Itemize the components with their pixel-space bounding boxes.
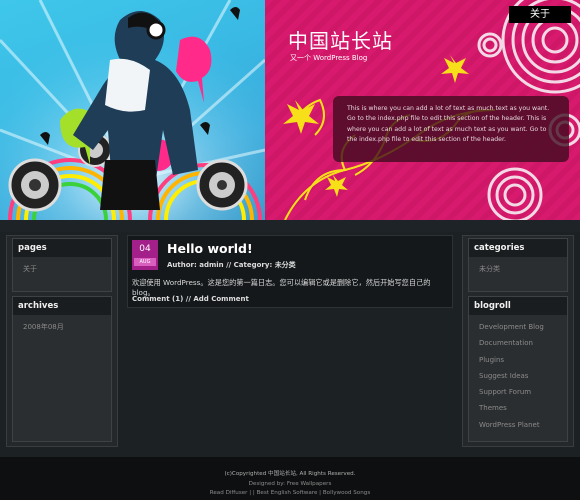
post-date-badge: 04 AUG [132, 240, 158, 270]
archives-item-2008-08[interactable]: 2008年08月 [23, 321, 111, 337]
header-intro-box: This is where you can add a lot of text … [333, 96, 569, 162]
blogroll-item-support-forum[interactable]: Support Forum [479, 386, 567, 402]
left-sidebar: pages 关于 archives 2008年08月 [6, 235, 118, 447]
footer-links[interactable]: Read Diffuser | | Best English Software … [0, 489, 580, 499]
post-meta: Author: admin // Category: 未分类 [167, 260, 296, 270]
post-meta-separator: // [226, 261, 232, 269]
blogroll-item-wordpress-planet[interactable]: WordPress Planet [479, 419, 567, 435]
blogroll-item-themes[interactable]: Themes [479, 402, 567, 418]
post-author-link[interactable]: admin [199, 261, 223, 269]
pages-widget: pages 关于 [12, 238, 112, 292]
blogroll-widget-title: blogroll [469, 297, 567, 315]
categories-widget-title: categories [469, 239, 567, 257]
categories-list: 未分类 [469, 257, 567, 279]
comments-link[interactable]: Comment (1) [132, 295, 183, 303]
post-links-separator: // [185, 295, 191, 303]
categories-widget: categories 未分类 [468, 238, 568, 292]
blogroll-item-documentation[interactable]: Documentation [479, 337, 567, 353]
header-intro-text: This is where you can add a lot of text … [347, 105, 550, 144]
post-category-link[interactable]: 未分类 [275, 261, 296, 269]
site-description: 又一个 WordPress Blog [290, 54, 368, 62]
post-title-link[interactable]: Hello world! [167, 241, 253, 256]
blogroll-item-suggest-ideas[interactable]: Suggest Ideas [479, 370, 567, 386]
categories-item-uncategorized[interactable]: 未分类 [479, 263, 567, 279]
header-artwork-dj [0, 0, 265, 220]
footer-designer[interactable]: Designed by: Free Wallpapers [0, 480, 580, 490]
blogroll-item-plugins[interactable]: Plugins [479, 354, 567, 370]
site-header: 关于 中国站长站 又一个 WordPress Blog This is wher… [0, 0, 580, 220]
pages-list: 关于 [13, 257, 111, 279]
post-links: Comment (1) // Add Comment [132, 295, 249, 303]
pages-widget-title: pages [13, 239, 111, 257]
blogroll-list: Development Blog Documentation Plugins S… [469, 315, 567, 435]
archives-widget: archives 2008年08月 [12, 296, 112, 442]
blog-post: 04 AUG Hello world! Author: admin // Cat… [127, 235, 453, 308]
blogroll-widget: blogroll Development Blog Documentation … [468, 296, 568, 442]
archives-widget-title: archives [13, 297, 111, 315]
blogroll-item-development-blog[interactable]: Development Blog [479, 321, 567, 337]
post-author-label: Author: [167, 261, 197, 269]
post-date-month: AUG [134, 258, 156, 266]
pages-item-about[interactable]: 关于 [23, 263, 111, 279]
site-title[interactable]: 中国站长站 [288, 25, 393, 54]
content-top-border [0, 220, 580, 232]
archives-list: 2008年08月 [13, 315, 111, 337]
footer-copyright: (c)Copyrighted 中国站长站, All Rights Reserve… [224, 471, 356, 477]
post-date-day: 04 [139, 244, 151, 254]
nav-tab-about[interactable]: 关于 [509, 6, 571, 23]
right-sidebar: categories 未分类 blogroll Development Blog… [462, 235, 574, 447]
post-category-label: Category: [233, 261, 273, 269]
site-footer: (c)Copyrighted 中国站长站, All Rights Reserve… [0, 457, 580, 500]
dj-illustration-image [0, 0, 265, 220]
add-comment-link[interactable]: Add Comment [193, 295, 249, 303]
